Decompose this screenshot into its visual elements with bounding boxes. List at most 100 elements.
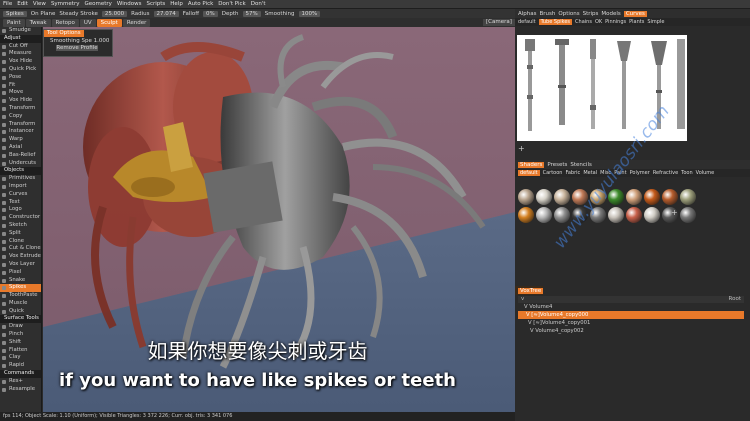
voxtree-row[interactable]: V Volume4_copy002 — [518, 327, 744, 335]
material-swatch[interactable] — [644, 189, 660, 205]
tool-item[interactable]: Transform — [0, 105, 41, 113]
right-tab[interactable]: Models — [601, 11, 620, 17]
shader-subtab[interactable]: Refractive — [653, 170, 678, 176]
tool-item[interactable]: Quick Pick — [0, 66, 41, 74]
curve-subtab[interactable]: Pinnings — [605, 19, 626, 25]
tool-item[interactable]: Muscle — [0, 300, 41, 308]
tool-item[interactable]: Spikes — [0, 284, 41, 293]
material-swatch[interactable] — [680, 189, 696, 205]
material-swatch[interactable] — [608, 207, 624, 223]
right-tab[interactable]: Alphas — [518, 11, 537, 17]
tool-item[interactable]: Constructor — [0, 214, 41, 222]
tool-item[interactable]: Warp — [0, 136, 41, 144]
tool-item[interactable]: Transform — [0, 121, 41, 129]
tool-item[interactable]: Snake — [0, 277, 41, 285]
tool-item[interactable]: Clone — [0, 238, 41, 246]
mode-tab[interactable]: Render — [122, 18, 151, 27]
material-swatch[interactable] — [554, 189, 570, 205]
tool-item[interactable]: Logo — [0, 206, 41, 214]
tool-item[interactable]: Primitives — [0, 175, 41, 183]
tool-item[interactable]: Pose — [0, 74, 41, 82]
tool-item[interactable]: Curves — [0, 191, 41, 199]
menu-item[interactable]: Scripts — [146, 1, 165, 7]
curve-subtab[interactable]: default — [518, 19, 536, 25]
curve-subtab[interactable]: Chains — [575, 19, 592, 25]
curve-subtab[interactable]: Simple — [647, 19, 664, 25]
curve-preset-3[interactable] — [590, 39, 596, 129]
smoothing-value[interactable]: 100% — [298, 10, 321, 17]
tool-item[interactable]: Fit — [0, 82, 41, 90]
curve-subtab[interactable]: OK — [595, 19, 602, 25]
tool-item[interactable]: Cut & Clone — [0, 245, 41, 253]
curve-subtab[interactable]: Tube Spikes — [538, 19, 573, 25]
shader-subtab[interactable]: Metal — [583, 170, 597, 176]
radius-value[interactable]: 27.074 — [153, 10, 179, 17]
tool-item[interactable]: ToothPaste — [0, 292, 41, 300]
shader-subtab[interactable]: Volume — [696, 170, 715, 176]
right-tab[interactable]: Strips — [583, 11, 599, 17]
mode-tab[interactable]: Sculpt — [96, 18, 122, 27]
smoothing-spe-value[interactable]: 1.000 — [94, 38, 110, 44]
add-curve-icon[interactable]: + — [518, 144, 525, 153]
falloff-value[interactable]: 0% — [203, 10, 218, 17]
tool-item[interactable]: Move — [0, 89, 41, 97]
material-swatch[interactable] — [680, 207, 696, 223]
tool-item[interactable]: Cut Off — [0, 43, 41, 51]
menu-item[interactable]: Don't Pick — [218, 1, 245, 7]
shader-tab[interactable]: Stencils — [570, 162, 591, 168]
shader-tab[interactable]: Shaders — [518, 161, 545, 168]
material-swatch[interactable] — [518, 189, 534, 205]
menu-item[interactable]: Edit — [17, 1, 28, 7]
on-plane-toggle[interactable]: On Plane — [31, 11, 56, 17]
shader-subtab[interactable]: Cartoon — [543, 170, 563, 176]
spikes-label[interactable]: Spikes — [3, 10, 27, 17]
tool-item[interactable]: Measure — [0, 50, 41, 58]
tool-item[interactable]: Split — [0, 230, 41, 238]
tool-item[interactable]: Sketch — [0, 222, 41, 230]
shader-subtab[interactable]: default — [518, 170, 540, 176]
voxtree-row[interactable]: V [≈]Volume4_copy001 — [518, 319, 744, 327]
right-tab[interactable]: Options — [558, 11, 579, 17]
tool-item[interactable]: Copy — [0, 113, 41, 121]
menu-item[interactable]: View — [33, 1, 46, 7]
voxtree-tab[interactable]: VoxTree — [515, 286, 544, 295]
material-swatch[interactable] — [518, 207, 534, 223]
voxtree-tab-label[interactable]: VoxTree — [518, 287, 544, 294]
tool-item[interactable]: Import — [0, 183, 41, 191]
mode-tab[interactable]: Retopo — [51, 18, 79, 27]
tool-item[interactable]: Text — [0, 199, 41, 207]
tool-item[interactable]: Quick — [0, 308, 41, 316]
tool-item[interactable]: Vox Hide — [0, 58, 41, 66]
add-material-icon[interactable]: + — [671, 208, 678, 217]
right-tab[interactable]: Curves — [623, 10, 647, 17]
curve-preset-1[interactable] — [525, 39, 535, 131]
right-tab[interactable]: Brush — [540, 11, 556, 17]
voxtree-row[interactable]: V [≈]Volume4_copy000 — [518, 311, 744, 319]
tool-item[interactable]: Vox Hide — [0, 97, 41, 105]
remove-profile-button[interactable]: Remove Profile — [56, 45, 98, 51]
material-swatch[interactable] — [536, 189, 552, 205]
shader-subtab[interactable]: Toon — [681, 170, 693, 176]
menu-item[interactable]: File — [3, 1, 12, 7]
shader-subtab[interactable]: Polymer — [630, 170, 650, 176]
menu-item[interactable]: Don't — [251, 1, 266, 7]
smoothing-spe-row[interactable]: Smoothing Spe 1.000 — [44, 37, 112, 45]
tool-item[interactable]: Vox Layer — [0, 261, 41, 269]
shader-subtab[interactable]: Fabric — [565, 170, 580, 176]
curve-subtab[interactable]: Plants — [629, 19, 644, 25]
camera-label[interactable]: [Camera] — [483, 19, 515, 26]
material-swatch[interactable] — [626, 207, 642, 223]
voxtree-row[interactable]: V Volume4 — [518, 303, 744, 311]
mode-tab[interactable]: Paint — [3, 18, 25, 27]
material-swatch[interactable] — [662, 189, 678, 205]
depth-value[interactable]: 57% — [242, 10, 261, 17]
curve-preset-4[interactable] — [617, 41, 631, 129]
curve-preset-2[interactable] — [555, 39, 569, 125]
mode-tab[interactable]: UV — [79, 18, 96, 27]
tool-item[interactable]: Bas-Relief — [0, 152, 41, 160]
tool-options-title[interactable]: Tool Options — [44, 30, 84, 37]
tool-item[interactable]: Draw — [0, 323, 41, 331]
tool-item[interactable]: Instancer — [0, 128, 41, 136]
menu-item[interactable]: Symmetry — [51, 1, 80, 7]
tool-item[interactable]: Smudge — [0, 27, 41, 35]
